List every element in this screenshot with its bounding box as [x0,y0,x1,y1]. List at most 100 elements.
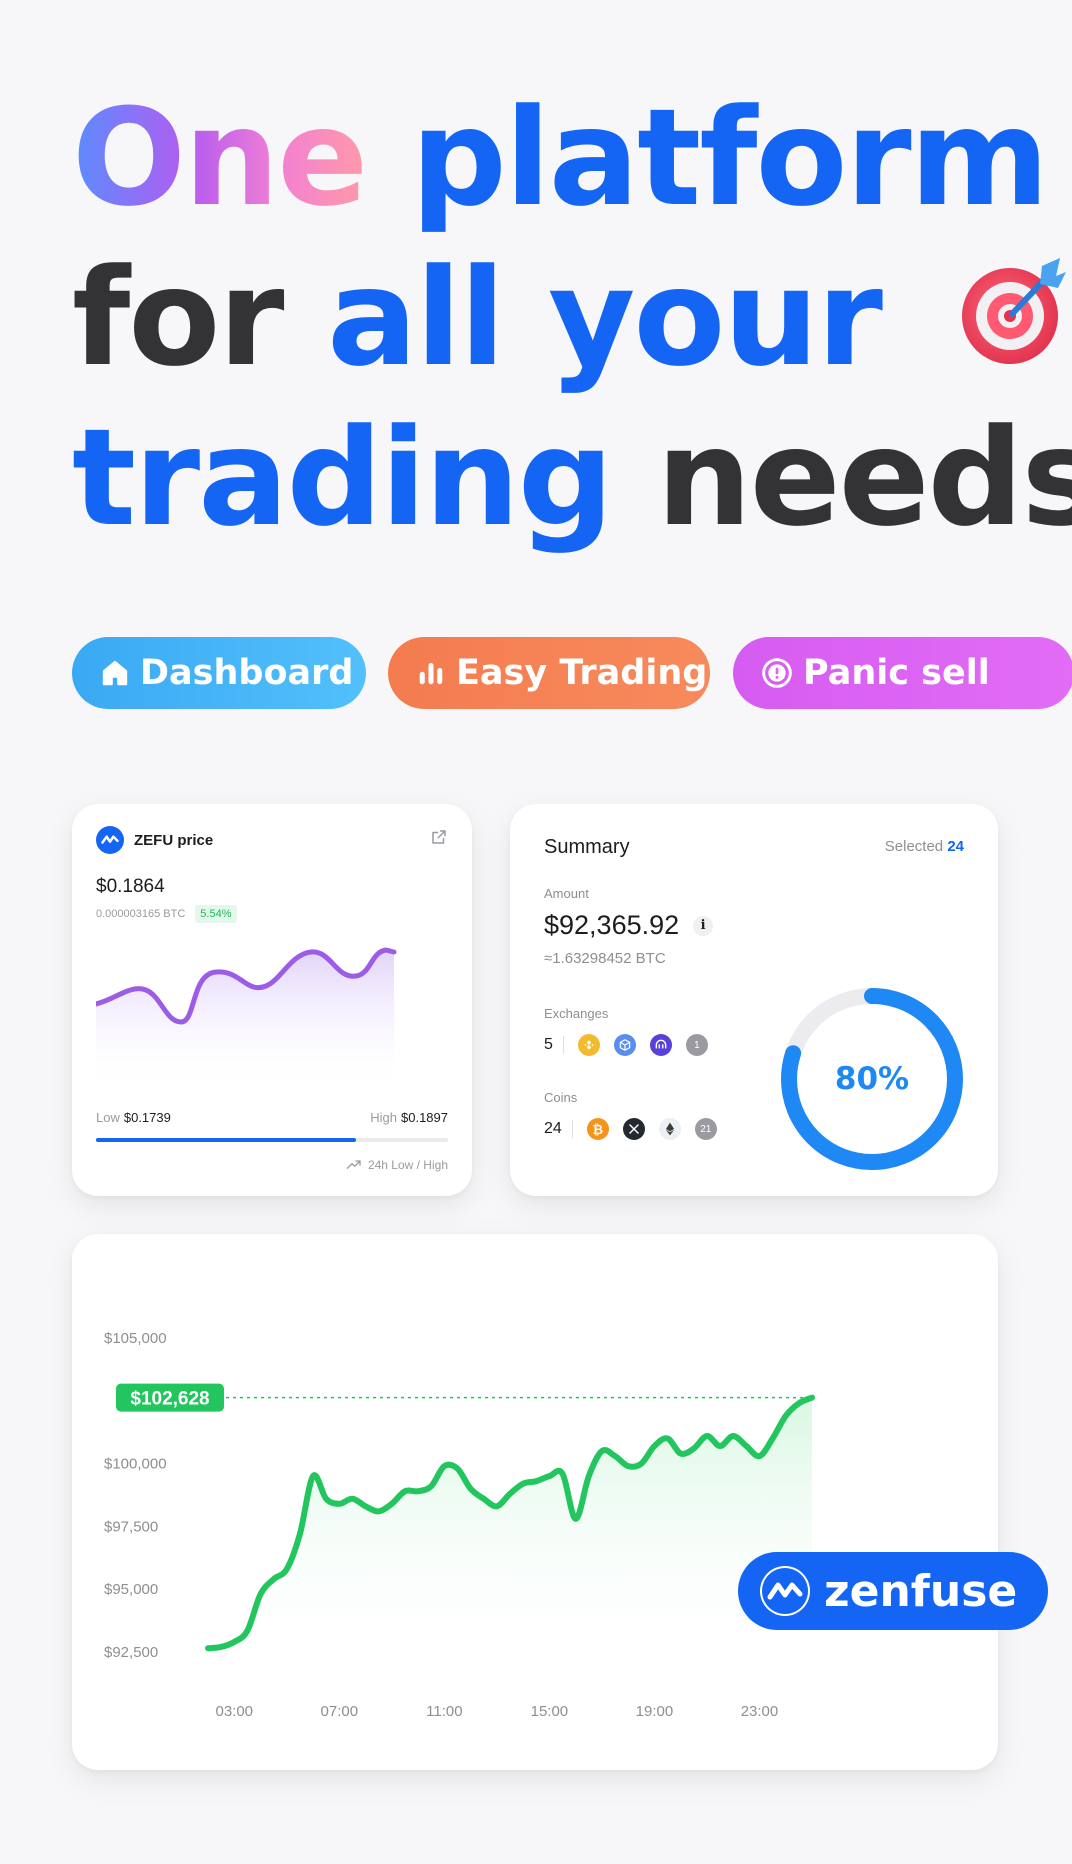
selected-label: Selected [884,838,944,855]
external-link-icon[interactable] [430,828,448,846]
bitcoin-icon: ₿ [586,1118,609,1140]
price-point [546,1473,552,1479]
coins-count: 24 [544,1120,573,1138]
dashboard-pill[interactable]: Dashboard [72,637,366,709]
price-chart-card: $105,000 $100,000 $97,500 $95,000 $92,500 03… [72,1234,998,1770]
binance-icon [577,1034,600,1056]
sparkline-area [96,950,394,1094]
headline-word-trading: trading [72,400,614,556]
price-point [389,1501,395,1507]
price-point [415,1488,421,1494]
trend-up-icon [346,1160,361,1170]
price-point [363,1503,369,1509]
amount-btc: ≈1.63298452 BTC [544,950,666,967]
price-point [796,1400,802,1406]
price-point [665,1435,671,1441]
exchanges-count: 5 [544,1036,564,1054]
exchange-cube-icon [613,1034,636,1056]
price-point [336,1501,342,1507]
selection-donut: 80% [780,987,964,1171]
zenfuse-brand-badge: zenfuse [738,1552,1048,1630]
price-point [297,1531,303,1537]
price-point [743,1443,749,1449]
price-point [691,1446,697,1452]
amount-value: $92,365.92 [544,910,680,940]
price-point [704,1433,710,1439]
price-point [310,1473,316,1479]
price-point [481,1496,487,1502]
y-tick-label: $92,500 [104,1644,158,1661]
zenfuse-brand-name: zenfuse [824,1565,1018,1617]
x-tick-label: 15:00 [531,1703,569,1720]
amount-row: $92,365.92 i [544,910,714,941]
price-point [560,1471,566,1477]
exchanges-row: 5 1 [544,1034,708,1056]
amount-label: Amount [544,886,589,901]
ethereum-icon [658,1118,681,1140]
easy-trading-pill[interactable]: Easy Trading [388,637,710,709]
coins-row: 24 ₿ 21 [544,1118,717,1140]
price-point [625,1463,631,1469]
range-footer-label: 24h Low / High [367,1158,448,1172]
info-icon[interactable]: i [693,915,714,936]
low-stat: Low $0.1739 [96,1110,171,1125]
headline-line-3: trading needs [72,398,1072,558]
zefu-sparkline [96,947,397,1094]
price-point [402,1488,408,1494]
x-tick-label: 19:00 [636,1703,674,1720]
zefu-price-card: ZEFU price $0.1864 0.000003165 BTC 5.54%… [72,804,472,1196]
price-point [717,1443,723,1449]
home-icon [102,660,128,686]
selected-count[interactable]: Selected 24 [885,838,964,855]
summary-title: Summary [544,836,630,858]
kraken-icon [649,1034,672,1056]
y-tick-label: $95,000 [104,1581,158,1598]
panic-sell-pill[interactable]: Panic sell [733,637,1072,709]
panic-sell-pill-label: Panic sell [803,653,990,693]
zenfuse-logo-icon [760,1566,810,1616]
x-tick-label: 11:00 [426,1703,462,1720]
price-point [244,1628,250,1634]
price-point [809,1395,815,1401]
high-stat: High $0.1897 [370,1110,448,1125]
price-point [586,1473,592,1479]
x-tick-label: 23:00 [741,1703,779,1720]
price-point [783,1413,789,1419]
range-footer: 24h Low / High [346,1158,448,1172]
bar-chart-icon [419,663,443,685]
headline-word-needs: needs [656,400,1072,556]
price-point [284,1566,290,1572]
price-point [533,1478,539,1484]
price-point [441,1463,447,1469]
price-point [756,1453,762,1459]
xrp-icon [622,1118,645,1140]
easy-trading-pill-label: Easy Trading [456,653,708,693]
price-point [468,1486,474,1492]
coins-more-badge: 21 [694,1118,717,1140]
price-point [638,1461,644,1467]
price-point [507,1491,513,1497]
headline-word-platform: platform [410,80,1049,236]
price-point [730,1433,736,1439]
price-point [258,1591,264,1597]
price-point [349,1496,355,1502]
price-point [428,1483,434,1489]
price-point [376,1508,382,1514]
selected-number: 24 [947,838,964,855]
dashboard-pill-label: Dashboard [140,653,354,693]
price-point [271,1576,277,1582]
price-point [573,1516,579,1522]
headline-line-1: One platform [72,78,1049,238]
summary-card: Summary Selected 24 Amount $92,365.92 i … [510,804,998,1196]
price-point [454,1466,460,1472]
donut-percent-label: 80% [834,1061,910,1097]
x-tick-label: 07:00 [321,1703,359,1720]
zefu-sub-row: 0.000003165 BTC 5.54% [96,905,237,923]
headline-word-one: One [72,80,368,236]
high-value: $0.1897 [401,1110,448,1125]
target-dart-icon [956,242,1072,364]
price-point [494,1503,500,1509]
y-tick-label: $97,500 [104,1518,158,1535]
zefu-price-value: $0.1864 [96,876,165,897]
headline-word-for: for [72,240,284,396]
